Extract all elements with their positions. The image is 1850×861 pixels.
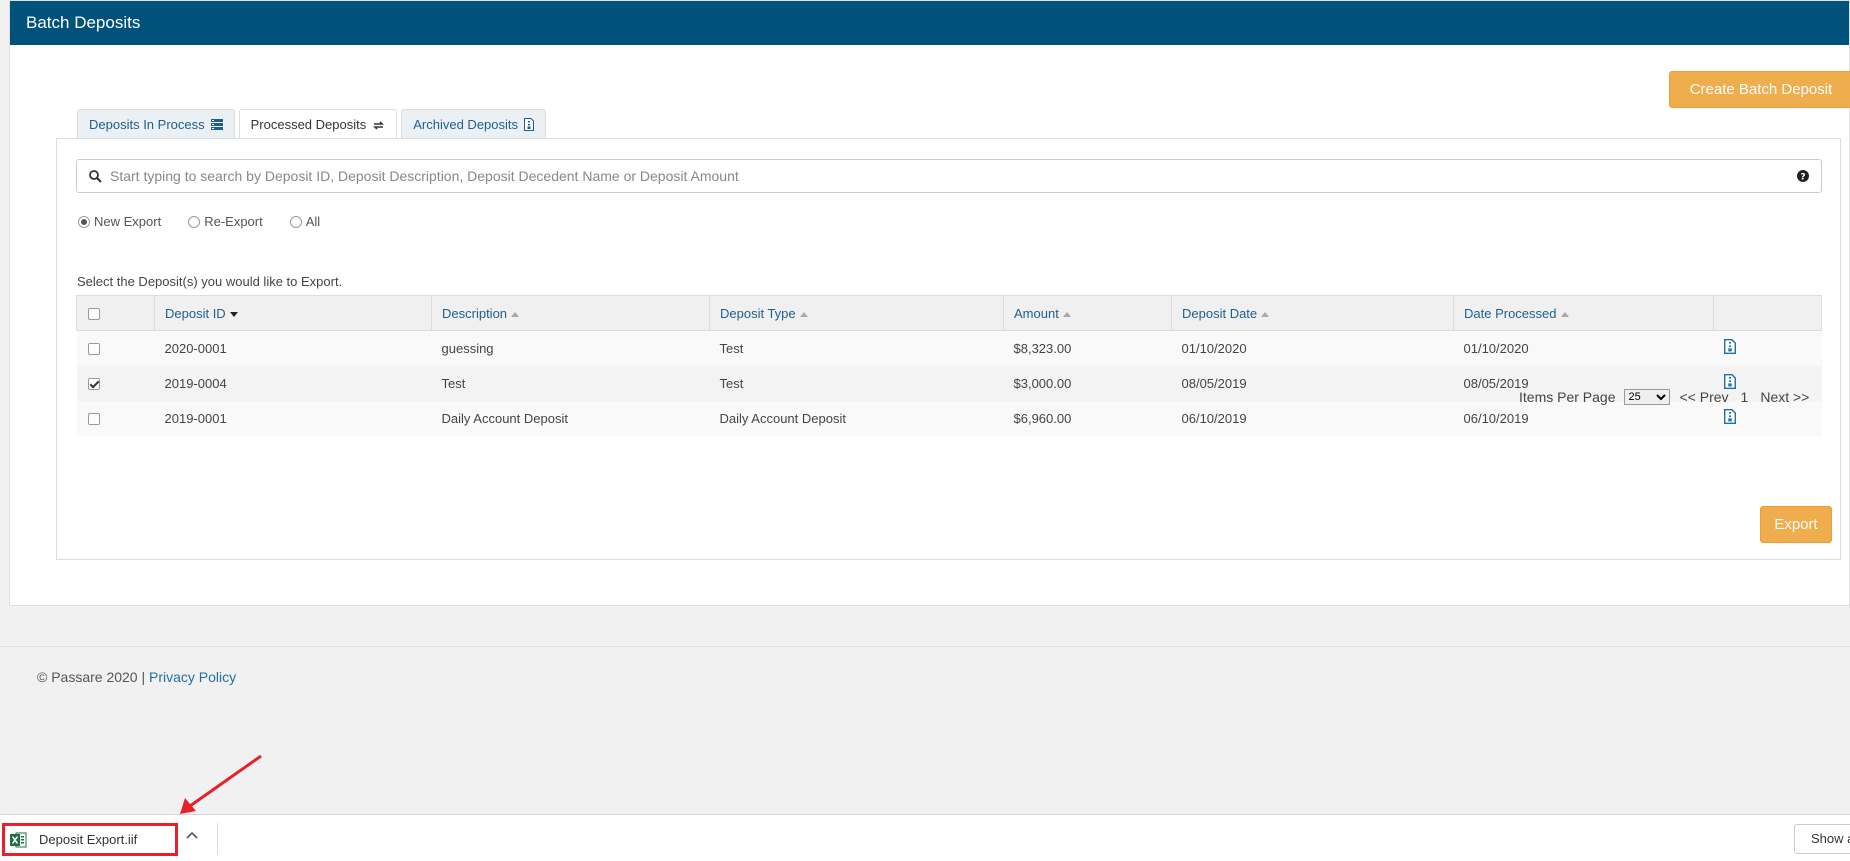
list-icon <box>210 119 223 130</box>
row-checkbox[interactable] <box>87 378 100 391</box>
deposit-description: Daily Account Deposit <box>431 400 710 436</box>
sort-desc-icon <box>229 311 238 317</box>
tab-label: Deposits In Process <box>89 116 205 132</box>
download-bar: Deposit Export.iif Show a <box>0 814 1850 861</box>
create-batch-deposit-button[interactable]: Create Batch Deposit <box>1669 71 1850 108</box>
processed-deposits-pane: ? New Export Re-Export All Select the De… <box>56 138 1841 560</box>
archive-file-icon <box>524 118 535 131</box>
page-title: Batch Deposits <box>10 1 1849 45</box>
deposit-id-link[interactable]: 2019-0004 <box>154 365 432 401</box>
column-amount[interactable]: Amount <box>1003 295 1172 331</box>
column-deposit-type[interactable]: Deposit Type <box>709 295 1004 331</box>
deposit-description: guessing <box>431 330 710 366</box>
row-select-cell <box>76 400 155 436</box>
deposit-description: Test <box>431 365 710 401</box>
pagination: Items Per Page 25 << Prev 1 Next >> <box>1519 389 1815 405</box>
table-row: 2020-0001 guessing Test $8,323.00 01/10/… <box>76 330 1822 366</box>
refresh-icon <box>373 120 385 130</box>
select-all-header <box>76 295 155 331</box>
sort-asc-icon <box>799 311 808 317</box>
deposits-table: Deposit ID Description Deposit Type Amou… <box>76 295 1822 436</box>
show-all-button[interactable]: Show a <box>1794 824 1850 854</box>
next-page-link[interactable]: Next >> <box>1760 389 1809 405</box>
column-date-processed[interactable]: Date Processed <box>1453 295 1714 331</box>
export-instruction: Select the Deposit(s) you would like to … <box>77 274 343 289</box>
search-input[interactable] <box>110 168 1797 184</box>
column-deposit-id[interactable]: Deposit ID <box>154 295 432 331</box>
column-deposit-date[interactable]: Deposit Date <box>1171 295 1454 331</box>
tab-label: Processed Deposits <box>250 117 367 132</box>
tab-label: Archived Deposits <box>413 116 519 132</box>
row-checkbox[interactable] <box>87 343 100 356</box>
row-action-cell <box>1713 400 1822 436</box>
deposit-date: 08/05/2019 <box>1171 365 1454 401</box>
column-actions <box>1713 295 1822 331</box>
sort-asc-icon <box>1062 311 1071 317</box>
deposit-amount: $8,323.00 <box>1003 330 1172 366</box>
excel-file-icon <box>10 832 27 847</box>
column-description[interactable]: Description <box>431 295 710 331</box>
page-number[interactable]: 1 <box>1741 389 1749 405</box>
deposit-date: 01/10/2020 <box>1171 330 1454 366</box>
download-bar-divider <box>217 823 218 855</box>
sort-asc-icon <box>1560 311 1569 317</box>
prev-page-link[interactable]: << Prev <box>1680 389 1729 405</box>
radio-button[interactable] <box>188 215 201 228</box>
batch-deposits-panel: Batch Deposits Create Batch Deposit Depo… <box>9 0 1850 606</box>
filter-label: Re-Export <box>204 214 263 229</box>
download-file-name: Deposit Export.iif <box>39 832 138 847</box>
export-filter-group: New Export Re-Export All <box>78 214 347 229</box>
privacy-policy-link[interactable]: Privacy Policy <box>149 669 236 685</box>
deposit-date: 06/10/2019 <box>1171 400 1454 436</box>
tab-processed-deposits[interactable]: Processed Deposits <box>238 109 398 140</box>
archive-file-icon[interactable] <box>1723 409 1736 424</box>
footer: © Passare 2020 | Privacy Policy <box>37 669 236 685</box>
copyright-text: © Passare 2020 | <box>37 669 146 685</box>
help-icon[interactable]: ? <box>1797 170 1809 182</box>
filter-re-export[interactable]: Re-Export <box>188 214 263 229</box>
svg-text:?: ? <box>1800 173 1805 183</box>
select-all-checkbox[interactable] <box>88 308 100 321</box>
search-bar: ? <box>76 159 1822 193</box>
filter-all[interactable]: All <box>289 214 321 229</box>
deposit-type: Test <box>709 365 1004 401</box>
row-select-cell <box>76 330 155 366</box>
filter-label: All <box>305 214 321 229</box>
row-select-cell <box>76 365 155 401</box>
sort-asc-icon <box>511 311 520 317</box>
filter-new-export[interactable]: New Export <box>78 214 161 229</box>
deposit-type: Daily Account Deposit <box>709 400 1004 436</box>
table-header-row: Deposit ID Description Deposit Type Amou… <box>76 295 1822 331</box>
filter-label: New Export <box>94 214 162 229</box>
items-per-page-label: Items Per Page <box>1519 389 1616 405</box>
date-processed: 06/10/2019 <box>1453 400 1714 436</box>
page-size-select[interactable]: 25 <box>1623 389 1670 405</box>
tab-deposits-in-process[interactable]: Deposits In Process <box>77 109 235 139</box>
search-icon <box>89 169 102 183</box>
deposit-amount: $6,960.00 <box>1003 400 1172 436</box>
table-row: 2019-0001 Daily Account Deposit Daily Ac… <box>76 400 1822 436</box>
deposit-tabs: Deposits In Process Processed Deposits A… <box>77 109 550 140</box>
radio-button[interactable] <box>289 215 302 228</box>
archive-file-icon[interactable] <box>1723 339 1736 355</box>
row-checkbox[interactable] <box>87 413 100 426</box>
radio-button[interactable] <box>78 215 90 228</box>
deposit-id-link[interactable]: 2019-0001 <box>154 400 432 436</box>
deposit-id-link[interactable]: 2020-0001 <box>154 330 432 366</box>
deposit-amount: $3,000.00 <box>1003 365 1172 401</box>
export-button[interactable]: Export <box>1760 506 1832 543</box>
chevron-up-icon[interactable] <box>186 831 198 839</box>
row-action-cell <box>1713 330 1822 366</box>
deposit-type: Test <box>709 330 1004 366</box>
date-processed: 01/10/2020 <box>1453 330 1714 366</box>
tab-archived-deposits[interactable]: Archived Deposits <box>401 109 547 139</box>
archive-file-icon[interactable] <box>1723 374 1736 389</box>
sort-asc-icon <box>1261 311 1270 317</box>
download-item[interactable]: Deposit Export.iif <box>2 823 178 856</box>
footer-divider <box>0 646 1850 647</box>
